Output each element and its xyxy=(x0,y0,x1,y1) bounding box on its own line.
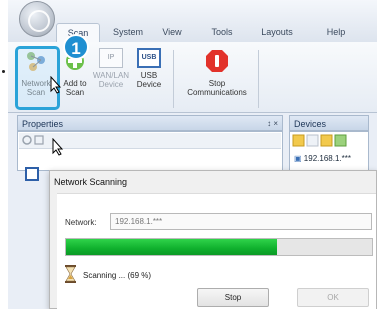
dialog-title: Network Scanning xyxy=(54,177,128,187)
wan-lan-label-1: WAN/LAN xyxy=(92,71,130,80)
properties-title: Properties xyxy=(22,119,64,129)
ribbon-separator-2 xyxy=(258,50,259,108)
ip-device-icon: IP xyxy=(99,48,123,68)
properties-panel-header: Properties ↕ × xyxy=(17,115,283,131)
tab-tools[interactable]: Tools xyxy=(204,23,240,42)
usb-device-button[interactable]: USB USB Device xyxy=(130,48,168,110)
tab-system[interactable]: System xyxy=(106,23,150,42)
device-address: 192.168.1.*** xyxy=(303,154,351,163)
usb-device-icon: USB xyxy=(137,48,161,68)
scan-status-text: Scanning ... (69 %) xyxy=(83,271,152,280)
stop-icon xyxy=(206,50,228,72)
network-device-icon: ▣ xyxy=(294,154,302,163)
device-list-item[interactable]: ▣ 192.168.1.*** xyxy=(294,154,351,163)
hourglass-icon xyxy=(65,265,76,283)
stop-button[interactable]: Stop xyxy=(197,288,269,307)
tab-help[interactable]: Help xyxy=(318,23,354,42)
stop-comm-label-2: Communications xyxy=(187,88,247,97)
ok-button[interactable]: OK xyxy=(297,288,369,307)
panel-pin-close-icon[interactable]: ↕ × xyxy=(267,116,278,132)
tab-layouts[interactable]: Layouts xyxy=(252,23,302,42)
devices-panel-body: ▣ 192.168.1.*** xyxy=(289,131,369,171)
stop-communications-button[interactable]: Stop Communications xyxy=(180,48,254,110)
usb-device-label-2: Device xyxy=(136,80,162,89)
wan-lan-device-button[interactable]: IP WAN/LAN Device xyxy=(92,48,130,110)
dialog-content: Network: 192.168.1.*** Scanning ... (69 … xyxy=(57,193,376,309)
step-number-badge: 1 xyxy=(63,34,89,60)
network-field-label: Network: xyxy=(65,218,97,227)
devices-title: Devices xyxy=(294,119,327,129)
wan-lan-label-2: Device xyxy=(98,80,124,89)
network-scanning-dialog: Network Scanning Network: 192.168.1.*** … xyxy=(49,170,377,309)
devices-panel-header: Devices xyxy=(289,115,369,131)
mouse-pointer-icon-2 xyxy=(52,138,64,156)
scan-progress-fill xyxy=(66,239,278,255)
usb-device-label-1: USB xyxy=(140,71,158,80)
application-orb-icon[interactable] xyxy=(19,1,55,37)
ribbon-separator xyxy=(173,50,174,108)
scan-progress-bar xyxy=(65,238,373,256)
checkbox-icon[interactable] xyxy=(25,167,39,181)
network-field[interactable]: 192.168.1.*** xyxy=(110,213,372,230)
ribbon-tab-bar: Scan System View Tools Layouts Help xyxy=(8,0,377,42)
mouse-pointer-icon xyxy=(50,76,62,94)
bullet-dot xyxy=(2,70,5,73)
stop-comm-label-1: Stop xyxy=(208,79,226,88)
tab-view[interactable]: View xyxy=(154,23,190,42)
devices-toolbar-icons[interactable] xyxy=(292,134,366,147)
